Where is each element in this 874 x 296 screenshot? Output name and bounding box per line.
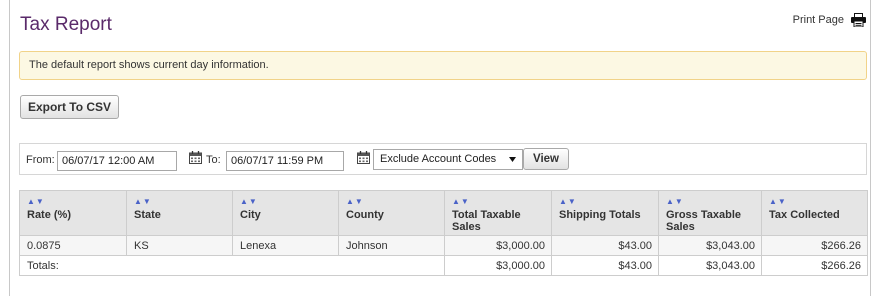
total-gross-taxable-sales: $3,043.00 — [658, 255, 762, 276]
col-rate-header[interactable]: ▲▼ Rate (%) — [19, 190, 127, 236]
calendar-icon[interactable] — [357, 151, 370, 164]
cell-rate: 0.0875 — [19, 235, 127, 256]
printer-icon — [851, 13, 866, 27]
to-label: To: — [206, 154, 221, 166]
col-state-header[interactable]: ▲▼ State — [126, 190, 233, 236]
col-tax-collected-header[interactable]: ▲▼ Tax Collected — [761, 190, 868, 236]
header-label: Total Taxable Sales — [452, 209, 521, 233]
sort-arrows-icon[interactable]: ▲▼ — [452, 196, 545, 206]
cell-total-taxable-sales: $3,000.00 — [444, 235, 552, 256]
sort-arrows-icon[interactable]: ▲▼ — [134, 196, 226, 206]
sort-arrows-icon[interactable]: ▲▼ — [240, 196, 332, 206]
table-row: 0.0875 KS Lenexa Johnson $3,000.00 $43.0… — [19, 235, 868, 256]
sort-arrows-icon[interactable]: ▲▼ — [666, 196, 755, 206]
sort-arrows-icon[interactable]: ▲▼ — [346, 196, 438, 206]
sort-arrows-icon[interactable]: ▲▼ — [769, 196, 861, 206]
triangle-down-icon — [509, 157, 516, 162]
col-gross-taxable-sales-header[interactable]: ▲▼ Gross Taxable Sales — [658, 190, 762, 236]
cell-county: Johnson — [338, 235, 445, 256]
account-codes-selected: Exclude Account Codes — [380, 153, 497, 165]
total-tax-collected: $266.26 — [761, 255, 868, 276]
page-title: Tax Report — [20, 14, 112, 35]
totals-label: Totals: — [19, 255, 445, 276]
export-csv-button[interactable]: Export To CSV — [20, 95, 119, 119]
header-label: State — [134, 209, 161, 221]
calendar-icon[interactable] — [189, 151, 202, 164]
from-date-input[interactable]: 06/07/17 12:00 AM — [57, 151, 177, 171]
cell-tax-collected: $266.26 — [761, 235, 868, 256]
col-city-header[interactable]: ▲▼ City — [232, 190, 339, 236]
info-alert: The default report shows current day inf… — [19, 51, 867, 80]
header-label: Tax Collected — [769, 209, 840, 221]
col-total-taxable-sales-header[interactable]: ▲▼ Total Taxable Sales — [444, 190, 552, 236]
header-label: Rate (%) — [27, 209, 72, 221]
print-page-label: Print Page — [792, 14, 844, 26]
totals-row: Totals: $3,000.00 $43.00 $3,043.00 $266.… — [19, 255, 868, 276]
to-date-input[interactable]: 06/07/17 11:59 PM — [226, 151, 344, 171]
cell-shipping-totals: $43.00 — [551, 235, 659, 256]
total-shipping-totals: $43.00 — [551, 255, 659, 276]
sort-arrows-icon[interactable]: ▲▼ — [27, 196, 120, 206]
from-label: From: — [26, 154, 55, 166]
sort-arrows-icon[interactable]: ▲▼ — [559, 196, 652, 206]
tax-report-table: ▲▼ Rate (%) ▲▼ State ▲▼ City ▲▼ County ▲… — [19, 190, 868, 276]
total-taxable-sales: $3,000.00 — [444, 255, 552, 276]
view-button[interactable]: View — [523, 148, 569, 170]
date-filter-bar: From: 06/07/17 12:00 AM To: 06/07/17 11:… — [19, 143, 867, 175]
header-label: Shipping Totals — [559, 209, 641, 221]
header-label: Gross Taxable Sales — [666, 209, 741, 233]
col-county-header[interactable]: ▲▼ County — [338, 190, 445, 236]
cell-city: Lenexa — [232, 235, 339, 256]
cell-state: KS — [126, 235, 233, 256]
print-page-link[interactable]: Print Page — [793, 13, 866, 27]
cell-gross-taxable-sales: $3,043.00 — [658, 235, 762, 256]
col-shipping-totals-header[interactable]: ▲▼ Shipping Totals — [551, 190, 659, 236]
header-label: City — [240, 209, 261, 221]
header-row: ▲▼ Rate (%) ▲▼ State ▲▼ City ▲▼ County ▲… — [19, 190, 868, 236]
account-codes-select[interactable]: Exclude Account Codes — [373, 149, 523, 170]
header-label: County — [346, 209, 384, 221]
